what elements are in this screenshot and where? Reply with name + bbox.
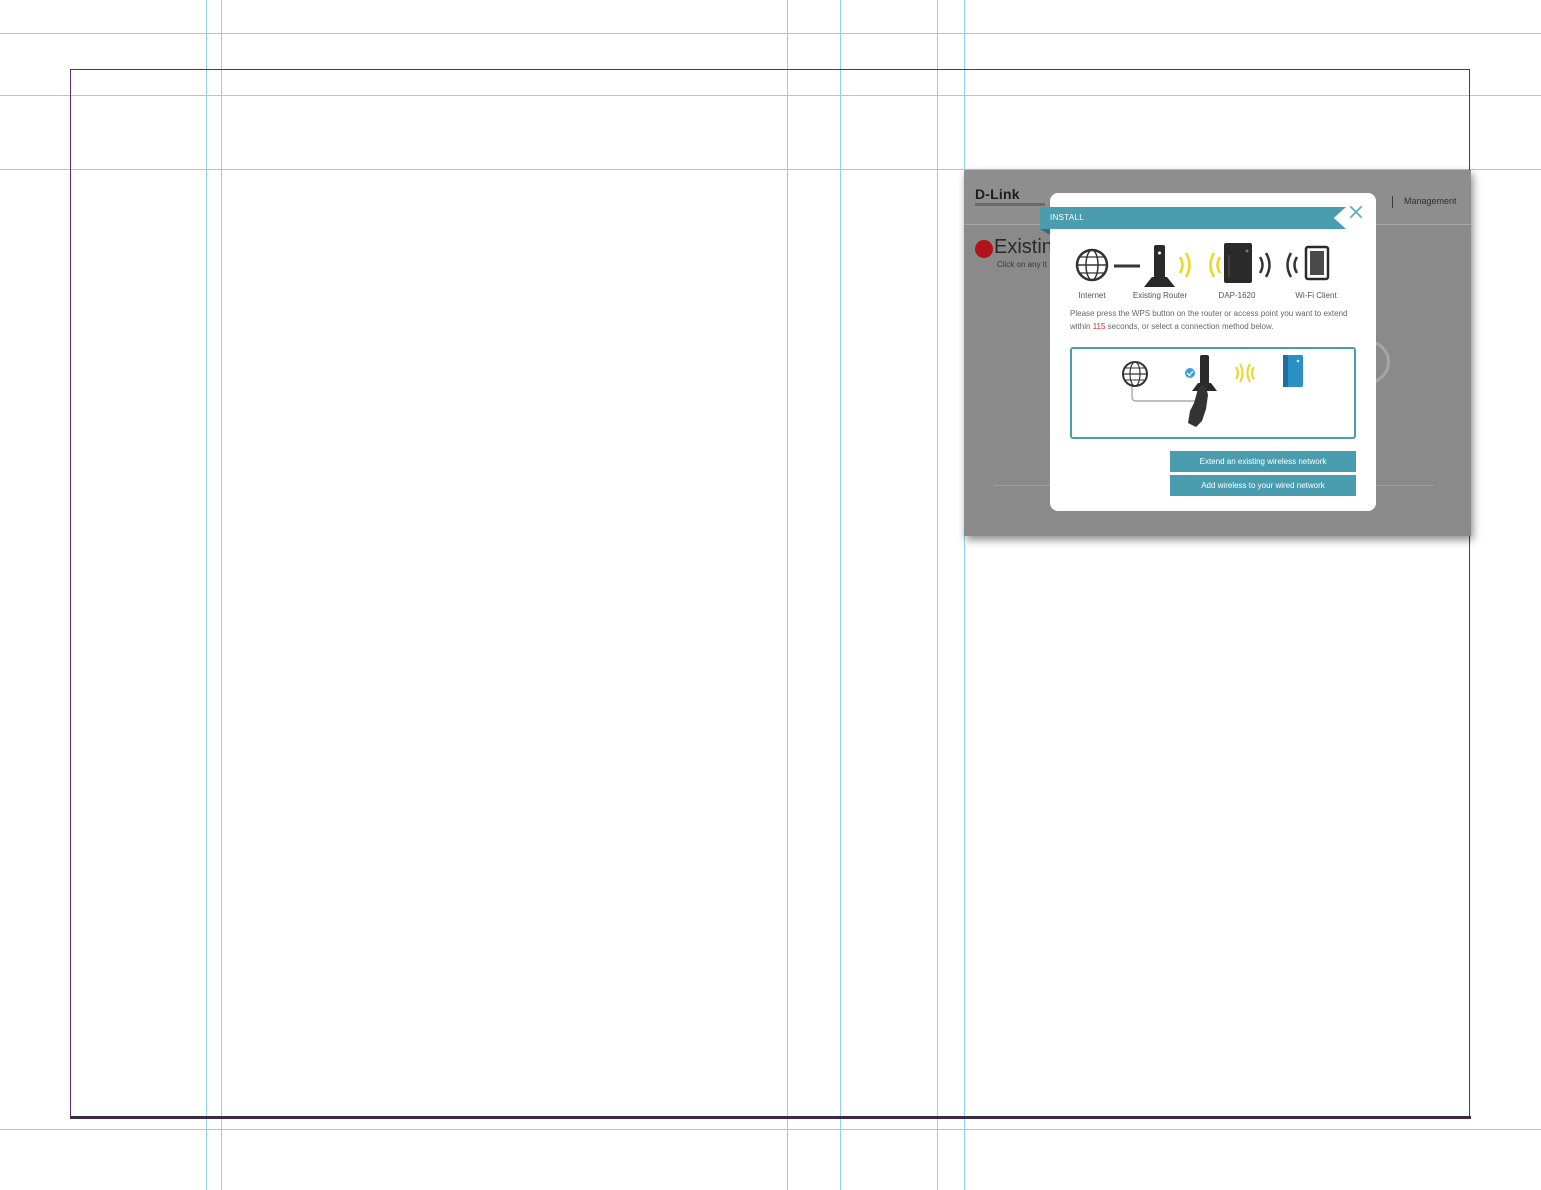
router-icon — [1144, 245, 1175, 287]
dlink-logo[interactable]: D-Link — [975, 186, 1020, 202]
wifi-signal-icon — [1235, 363, 1244, 383]
check-icon — [1185, 368, 1195, 378]
label-wifi-client: Wi-Fi Client — [1295, 291, 1337, 300]
extender-device-icon — [1283, 355, 1303, 387]
wps-animation-panel — [1070, 347, 1356, 439]
nav-separator — [1392, 196, 1393, 208]
ribbon-fold — [1040, 229, 1050, 235]
extend-network-button[interactable]: Extend an existing wireless network — [1170, 451, 1356, 472]
modal-title-ribbon: INSTALL — [1040, 207, 1346, 229]
add-wireless-button[interactable]: Add wireless to your wired network — [1170, 475, 1356, 496]
wifi-signal-icon — [1178, 252, 1191, 278]
page-subtitle: Click on any it — [997, 260, 1047, 269]
install-modal: INSTALL Internet Existing Router DAP-162… — [1040, 193, 1376, 511]
wifi-signal-icon — [1246, 363, 1255, 383]
label-internet: Internet — [1078, 291, 1106, 300]
wifi-signal-icon — [1209, 252, 1222, 278]
layout-guide — [0, 1129, 1541, 1130]
label-device: DAP-1620 — [1218, 291, 1256, 300]
label-existing-router: Existing Router — [1132, 291, 1188, 300]
pressing-hand-icon — [1188, 385, 1208, 427]
layout-guide — [0, 33, 1541, 34]
extender-device-icon — [1224, 243, 1252, 283]
globe-icon — [1122, 361, 1148, 387]
wifi-signal-icon — [1286, 252, 1299, 278]
globe-icon — [1075, 248, 1109, 282]
logo-tagline — [975, 203, 1045, 206]
embedded-screenshot: D-Link Management Existin Click on any i… — [964, 170, 1471, 536]
instruction-text: seconds, or select a connection method b… — [1105, 322, 1274, 331]
wps-animation — [1122, 355, 1303, 427]
wifi-signal-icon — [1258, 252, 1271, 278]
modal-title: INSTALL — [1050, 213, 1084, 222]
network-diagram — [1075, 243, 1330, 287]
tablet-icon — [1304, 245, 1330, 281]
nav-management[interactable]: Management — [1404, 196, 1457, 206]
page-bottom-rule — [70, 1116, 1471, 1119]
cable-line — [1131, 387, 1201, 402]
close-button[interactable] — [1348, 204, 1364, 220]
wps-instruction: Please press the WPS button on the route… — [1070, 307, 1360, 333]
page-title: Existin — [994, 236, 1053, 258]
countdown-seconds: 115 — [1092, 322, 1106, 331]
status-dot-icon — [975, 240, 993, 258]
router-icon — [1192, 355, 1217, 391]
